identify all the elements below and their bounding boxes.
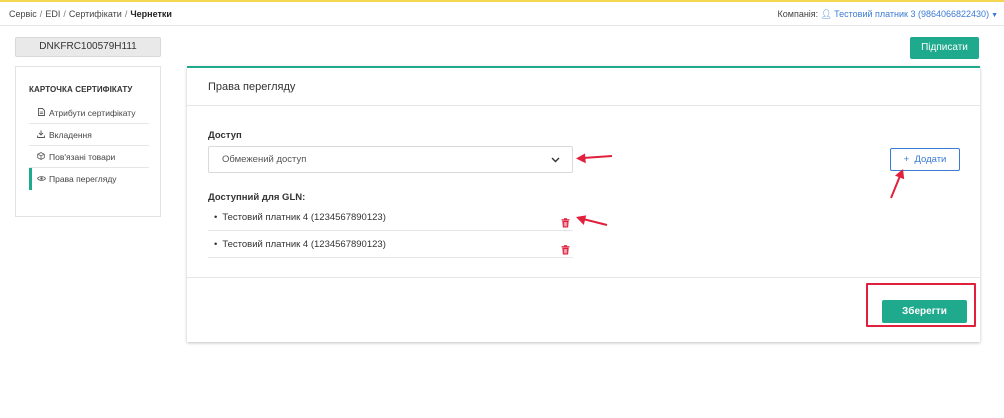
company-label: Компанія: — [777, 9, 819, 19]
document-id: DNKFRC100579H111 — [15, 37, 161, 57]
plus-icon: + — [903, 154, 910, 165]
chevron-down-icon — [551, 147, 560, 172]
breadcrumb-separator: / — [63, 9, 66, 19]
top-bar: Сервіс / EDI / Сертифікати / Чернетки Компанія… — [0, 0, 1004, 26]
company-selector[interactable]: Компанія: 👤︎ Тестовий платник 3 (98640668… — [778, 9, 998, 20]
sidebar-title: КАРТОЧКА СЕРТИФІКАТУ — [29, 85, 133, 94]
chevron-down-icon[interactable]: ▼ — [991, 12, 998, 19]
sidebar: КАРТОЧКА СЕРТИФІКАТУ Атрибути сертифікат… — [15, 66, 161, 217]
panel-title: Права перегляду — [208, 81, 296, 93]
box-icon — [37, 147, 45, 169]
sidebar-item-label: Пов'язані товари — [49, 152, 116, 162]
access-label: Доступ — [208, 130, 242, 141]
sidebar-item-view-rights[interactable]: Права перегляду — [29, 168, 149, 190]
gln-list-item: • Тестовий платник 4 (1234567890123) — [208, 204, 573, 231]
sidebar-item-label: Права перегляду — [49, 174, 117, 184]
breadcrumb-current: Чернетки — [130, 9, 172, 19]
sidebar-item-label: Атрибути сертифікату — [49, 108, 136, 118]
gln-label: Доступний для GLN: — [208, 192, 306, 203]
download-icon — [37, 125, 45, 147]
panel-footer-divider — [187, 277, 980, 278]
document-icon — [37, 103, 45, 125]
view-rights-panel: Права перегляду Доступ Обмежений доступ … — [187, 66, 980, 342]
gln-item-text: Тестовий платник 4 (1234567890123) — [222, 212, 386, 223]
breadcrumb-item-certificates[interactable]: Сертифікати — [69, 9, 122, 19]
sign-button[interactable]: Підписати — [910, 37, 979, 59]
panel-header: Права перегляду — [187, 68, 980, 106]
gln-item-text: Тестовий платник 4 (1234567890123) — [222, 239, 386, 250]
add-button-label: Додати — [914, 154, 947, 165]
breadcrumb-item-edi[interactable]: EDI — [45, 9, 60, 19]
access-select[interactable]: Обмежений доступ — [208, 146, 573, 173]
add-button[interactable]: + Додати — [890, 148, 960, 171]
eye-icon — [37, 169, 46, 191]
user-icon: 👤︎ — [820, 9, 833, 19]
sidebar-item-attachments[interactable]: Вкладення — [29, 124, 149, 146]
access-select-value: Обмежений доступ — [222, 154, 307, 165]
company-value[interactable]: Тестовий платник 3 (9864066822430) — [834, 9, 989, 19]
breadcrumb-separator: / — [39, 9, 43, 19]
trash-icon[interactable] — [561, 212, 570, 228]
sidebar-item-attributes[interactable]: Атрибути сертифікату — [29, 102, 149, 124]
bullet: • — [214, 212, 218, 223]
gln-list-item: • Тестовий платник 4 (1234567890123) — [208, 231, 573, 258]
bullet: • — [214, 239, 218, 250]
breadcrumb-item-service[interactable]: Сервіс — [9, 9, 37, 19]
save-highlight-box — [866, 283, 976, 327]
sidebar-item-related-goods[interactable]: Пов'язані товари — [29, 146, 149, 168]
sidebar-item-label: Вкладення — [49, 130, 92, 140]
trash-icon[interactable] — [561, 239, 570, 255]
breadcrumb-separator: / — [124, 9, 128, 19]
breadcrumb: Сервіс / EDI / Сертифікати / Чернетки — [9, 9, 172, 19]
